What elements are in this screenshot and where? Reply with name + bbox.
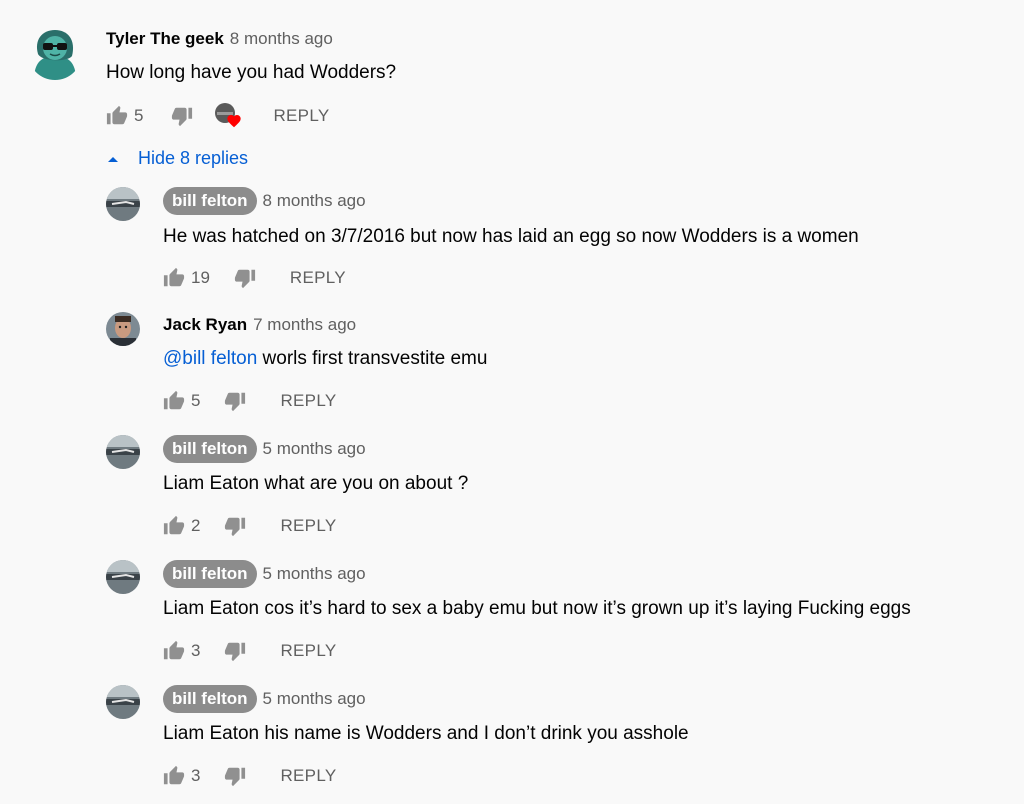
avatar[interactable] [106,560,140,594]
author-name[interactable]: Tyler The geek [106,29,224,48]
thumbs-up-icon [163,390,185,410]
comment-timestamp[interactable]: 8 months ago [230,29,333,48]
like-button[interactable] [163,390,185,412]
reply-button[interactable]: REPLY [280,766,336,786]
thumbs-down-icon [172,107,193,127]
thumbs-up-icon [163,765,185,785]
avatar[interactable] [106,435,140,469]
comment-header: bill felton 5 months ago [163,685,366,713]
avatar[interactable] [106,187,140,221]
like-count: 3 [191,766,201,785]
thumbs-up-icon [163,267,185,287]
thumbs-up-icon [163,640,185,660]
comment-actions: 5 REPLY [106,102,329,130]
comment-timestamp[interactable]: 5 months ago [263,439,366,458]
mention-link[interactable]: @bill felton [163,348,257,369]
author-chip[interactable]: bill felton [163,435,257,463]
thumbs-down-icon [225,392,246,412]
thumbs-down-icon [225,517,246,537]
comment-text: He was hatched on 3/7/2016 but now has l… [163,226,859,247]
like-count: 3 [191,641,201,660]
comment-actions: 19 REPLY [163,264,346,292]
like-button[interactable] [163,267,185,289]
author-chip[interactable]: bill felton [163,187,257,215]
comment-actions: 2 REPLY [163,512,336,540]
comment-header: Jack Ryan 7 months ago [163,314,356,336]
comment-text: Liam Eaton what are you on about ? [163,473,469,494]
dislike-button[interactable] [224,765,246,787]
thumbs-down-icon [234,269,256,289]
author-chip[interactable]: bill felton [163,560,257,588]
creator-heart[interactable] [215,103,242,129]
like-button[interactable] [106,105,128,127]
hide-replies-button[interactable]: Hide 8 replies [106,148,248,169]
thumbs-down-icon [225,767,246,787]
comment-header: bill felton 5 months ago [163,435,366,463]
avatar[interactable] [106,685,140,719]
comment-header: bill felton 5 months ago [163,560,366,588]
like-button[interactable] [163,640,185,662]
like-button[interactable] [163,765,185,787]
thumbs-down-icon [225,642,246,662]
comment-timestamp[interactable]: 5 months ago [263,689,366,708]
comment-text: @bill felton worls first transvestite em… [163,347,487,371]
creator-heart-icon [227,115,242,128]
reply-button[interactable]: REPLY [280,641,336,661]
like-count: 5 [134,106,144,125]
reply-button[interactable]: REPLY [280,391,336,411]
comment-text: Liam Eaton his name is Wodders and I don… [163,723,689,744]
author-chip[interactable]: bill felton [163,685,257,713]
reply-button[interactable]: REPLY [273,106,329,126]
comment-text: Liam Eaton cos it’s hard to sex a baby e… [163,598,911,619]
like-count: 2 [191,516,201,535]
dislike-button[interactable] [224,515,246,537]
comment-timestamp[interactable]: 5 months ago [263,564,366,583]
comment-timestamp[interactable]: 8 months ago [263,191,366,210]
avatar[interactable] [28,26,82,80]
comment-actions: 3 REPLY [163,762,336,790]
thumbs-up-icon [106,105,128,125]
comment-timestamp[interactable]: 7 months ago [253,315,356,334]
comment-actions: 3 REPLY [163,637,336,665]
comment-text: How long have you had Wodders? [106,62,397,83]
like-button[interactable] [163,515,185,537]
thumbs-up-icon [163,515,185,535]
reply-button[interactable]: REPLY [280,516,336,536]
like-count: 5 [191,391,201,410]
dislike-button[interactable] [171,105,193,127]
dislike-button[interactable] [224,390,246,412]
hide-replies-label: Hide 8 replies [138,148,249,168]
caret-up-icon [108,156,118,162]
author-name[interactable]: Jack Ryan [163,315,247,334]
like-count: 19 [191,268,210,287]
comment-header: bill felton 8 months ago [163,187,366,215]
comment-header: Tyler The geek 8 months ago [106,28,333,50]
comment-actions: 5 REPLY [163,387,336,415]
comment-body: worls first transvestite emu [257,348,488,369]
avatar[interactable] [106,312,140,346]
reply-button[interactable]: REPLY [290,268,346,288]
dislike-button[interactable] [234,267,256,289]
dislike-button[interactable] [224,640,246,662]
